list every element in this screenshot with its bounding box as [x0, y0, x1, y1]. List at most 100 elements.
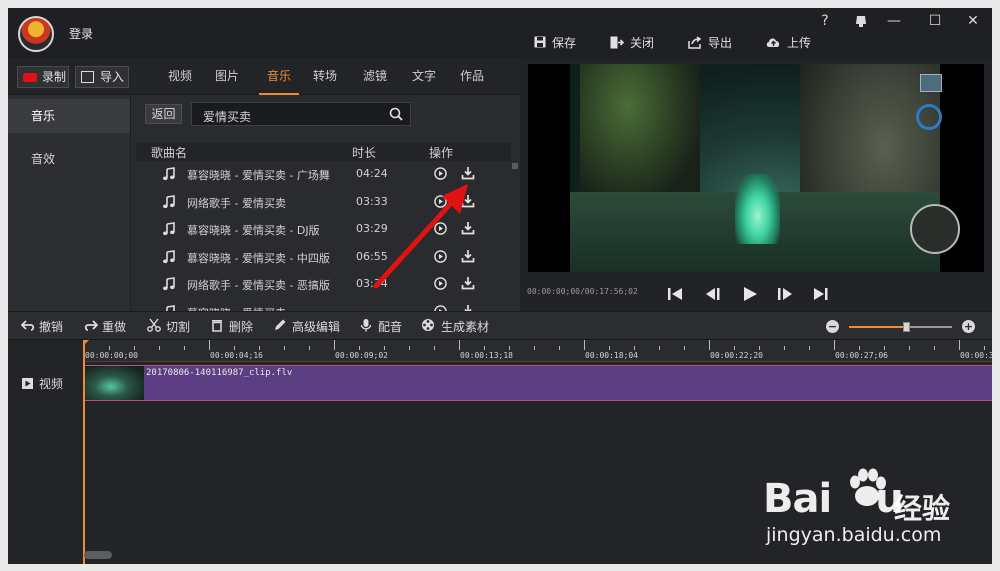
trash-icon[interactable]: [210, 318, 224, 332]
search-icon[interactable]: [389, 107, 403, 121]
generate-material-button[interactable]: 生成素材: [441, 318, 489, 335]
skip-to-end-icon[interactable]: [809, 285, 831, 303]
export-label: 导出: [708, 36, 733, 50]
subnav-item-sound-effects[interactable]: 音效: [8, 142, 130, 176]
close-window-button[interactable]: ✕: [961, 11, 985, 31]
previous-frame-icon[interactable]: [702, 285, 724, 303]
microphone-icon[interactable]: [359, 318, 373, 332]
zoom-in-icon[interactable]: +: [962, 320, 975, 333]
music-note-icon: [162, 167, 176, 181]
search-query: 爱情买卖: [203, 110, 252, 124]
song-name: 慕容晓晓 - 爱情买卖 - 广场舞: [187, 169, 330, 182]
table-row[interactable]: 慕容晓晓 - 爱情买卖: [136, 299, 511, 311]
minimize-button[interactable]: —: [882, 11, 906, 31]
upload-button[interactable]: 上传: [766, 34, 811, 51]
search-input[interactable]: 爱情买卖: [191, 102, 411, 126]
avatar[interactable]: [18, 16, 54, 52]
zoom-slider[interactable]: [849, 322, 952, 332]
maximize-button[interactable]: ☐: [923, 11, 947, 31]
back-button[interactable]: 返回: [145, 104, 182, 124]
download-icon[interactable]: [461, 304, 475, 311]
redo-button[interactable]: 重做: [102, 318, 126, 335]
screenshot-frame: 登录 ? — ☐ ✕ 录制 导入 视频 图片 音乐 转场 滤镜 文字 作品 音乐…: [0, 0, 1000, 571]
ruler-tick: [384, 346, 385, 350]
import-button[interactable]: 导入: [75, 66, 129, 88]
subnav-item-music[interactable]: 音乐: [8, 99, 130, 133]
ruler-tick-label: 00:00:13;18: [460, 351, 513, 360]
scrollbar-thumb[interactable]: [512, 163, 518, 169]
song-name: 慕容晓晓 - 爱情买卖 - 中四版: [187, 251, 330, 265]
ruler-tick: [984, 346, 985, 350]
ruler-tick: [534, 346, 535, 350]
red-arrow-annotation: [373, 184, 468, 289]
song-name: 慕容晓晓 - 爱情买卖 - DJ版: [187, 224, 320, 237]
ruler-tick: [184, 346, 185, 350]
record-button[interactable]: 录制: [17, 66, 69, 88]
library-toolbar: 录制 导入 视频 图片 音乐 转场 滤镜 文字 作品: [8, 58, 520, 95]
tab-text[interactable]: 文字: [404, 58, 444, 95]
skip-to-start-icon[interactable]: [665, 285, 687, 303]
playhead[interactable]: [83, 340, 85, 564]
music-note-icon: [162, 249, 176, 264]
play-icon[interactable]: [739, 285, 761, 303]
song-name: 网络歌手 - 爱情买卖 - 恶搞版: [187, 279, 330, 292]
undo-icon[interactable]: [21, 318, 35, 332]
ruler-tick: [309, 346, 310, 350]
game-scene-image: [570, 64, 960, 272]
undo-button[interactable]: 撤销: [39, 318, 63, 335]
tab-video[interactable]: 视频: [160, 58, 200, 95]
ruler-tick: [209, 340, 210, 350]
watermark-url: jingyan.baidu.com: [766, 524, 942, 546]
song-list-scrollbar[interactable]: [511, 161, 519, 311]
ruler-tick: [684, 346, 685, 350]
next-frame-icon[interactable]: [774, 285, 796, 303]
video-clip[interactable]: 20170806-140116987_clip.flv: [84, 365, 992, 401]
video-preview[interactable]: [528, 64, 984, 272]
ruler-tick: [259, 346, 260, 350]
ruler-tick-label: 00:00:18;04: [585, 351, 638, 360]
skin-icon[interactable]: [849, 11, 873, 31]
tab-music[interactable]: 音乐: [259, 58, 299, 95]
playhead-handle[interactable]: [83, 340, 89, 346]
tab-image[interactable]: 图片: [207, 58, 247, 95]
save-button[interactable]: 保存: [534, 34, 576, 51]
music-note-icon: [162, 194, 176, 209]
zoom-out-icon[interactable]: −: [826, 320, 839, 333]
save-icon: [534, 36, 546, 48]
tab-filter[interactable]: 滤镜: [355, 58, 395, 95]
timeline-scrollbar[interactable]: [84, 551, 112, 559]
paw-logo-icon: [850, 468, 886, 506]
save-label: 保存: [552, 36, 577, 50]
delete-button[interactable]: 删除: [229, 318, 253, 335]
zoom-slider-thumb[interactable]: [902, 322, 910, 332]
video-track-label: 视频: [22, 375, 63, 392]
ruler-tick-label: 00:00:22;20: [710, 351, 763, 360]
ruler-tick: [284, 346, 285, 350]
pencil-icon[interactable]: [273, 318, 287, 332]
record-icon: [23, 73, 37, 82]
ruler-tick: [809, 346, 810, 350]
ruler-tick: [559, 346, 560, 350]
close-project-button[interactable]: 关闭: [610, 34, 654, 51]
login-link[interactable]: 登录: [69, 25, 93, 42]
close-label: 关闭: [630, 36, 655, 50]
scissors-icon[interactable]: [147, 318, 161, 332]
timeline-ruler[interactable]: 00:00:00;00 00:00:04;16 00:00:09;02 00:00:1…: [84, 340, 992, 362]
song-name: 网络歌手 - 爱情买卖: [187, 196, 286, 210]
export-button[interactable]: 导出: [688, 34, 732, 51]
watermark-jingyan: 经验: [894, 492, 951, 525]
cut-button[interactable]: 切割: [166, 318, 190, 335]
film-reel-icon[interactable]: [421, 318, 435, 332]
dubbing-button[interactable]: 配音: [378, 318, 402, 335]
tab-transition[interactable]: 转场: [305, 58, 345, 95]
tab-works[interactable]: 作品: [452, 58, 492, 95]
redo-icon[interactable]: [84, 318, 98, 332]
ruler-tick-label: 00:00:04;16: [210, 351, 263, 360]
music-note-icon: [162, 222, 176, 236]
ruler-tick: [834, 340, 835, 350]
help-icon[interactable]: ?: [813, 11, 837, 31]
advanced-edit-button[interactable]: 高级编辑: [292, 318, 340, 335]
music-note-icon: [162, 277, 176, 291]
ruler-tick-label: 00:00:09;02: [335, 351, 388, 360]
clip-thumbnail: [84, 366, 144, 400]
